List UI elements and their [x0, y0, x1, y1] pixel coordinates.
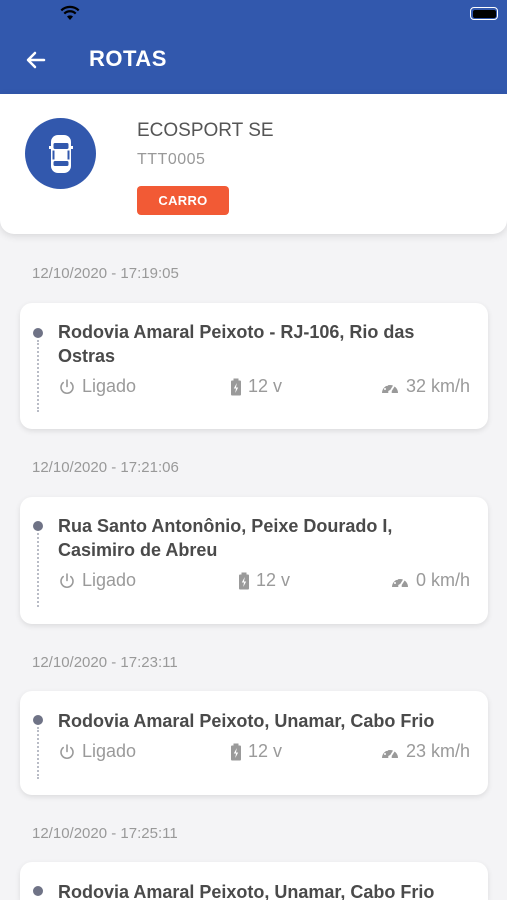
route-timestamp: 12/10/2020 - 17:25:11: [32, 825, 178, 842]
vehicle-name: ECOSPORT SE: [137, 120, 274, 141]
power-icon: [60, 572, 74, 588]
voltage: 12 v: [230, 376, 282, 397]
route-card[interactable]: Rodovia Amaral Peixoto, Unamar, Cabo Fri…: [20, 862, 488, 900]
route-meta: Ligado 12 v 32 km/h: [58, 376, 470, 398]
route-address: Rodovia Amaral Peixoto - RJ-106, Rio das…: [58, 322, 415, 366]
timeline-dot: [33, 886, 43, 896]
timeline-dot: [33, 328, 43, 338]
voltage: 12 v: [230, 741, 282, 762]
ignition-status: Ligado: [58, 741, 136, 762]
route-address: Rua Santo Antonônio, Peixe Dourado I, Ca…: [58, 516, 393, 560]
timeline-line: [37, 727, 39, 779]
battery-status-icon: [470, 7, 498, 20]
battery-icon: [239, 572, 249, 589]
page-title: ROTAS: [89, 46, 167, 71]
vehicle-type-badge: CARRO: [137, 186, 229, 215]
speedometer-icon: [391, 576, 408, 588]
arrow-left-icon: [26, 51, 46, 69]
vehicle-card: ECOSPORT SE TTT0005 CARRO: [0, 94, 507, 234]
vehicle-avatar: [25, 118, 96, 189]
back-button[interactable]: [20, 44, 52, 76]
speed: 0 km/h: [390, 570, 470, 591]
speed: 23 km/h: [380, 741, 470, 762]
voltage: 12 v: [238, 570, 290, 591]
route-timestamp: 12/10/2020 - 17:21:06: [32, 459, 179, 476]
speedometer-icon: [381, 382, 398, 394]
route-meta: Ligado 12 v 0 km/h: [58, 570, 470, 592]
battery-icon: [231, 743, 241, 760]
route-card[interactable]: Rua Santo Antonônio, Peixe Dourado I, Ca…: [20, 497, 488, 624]
route-card[interactable]: Rodovia Amaral Peixoto - RJ-106, Rio das…: [20, 303, 488, 429]
wifi-icon: [60, 5, 80, 20]
timeline-dot: [33, 521, 43, 531]
ignition-status: Ligado: [58, 570, 136, 591]
speed: 32 km/h: [380, 376, 470, 397]
route-timestamp: 12/10/2020 - 17:19:05: [32, 265, 179, 282]
timeline-dot: [33, 715, 43, 725]
route-meta: Ligado 12 v 23 km/h: [58, 741, 470, 763]
power-icon: [60, 743, 74, 759]
status-bar: [0, 0, 507, 28]
speedometer-icon: [381, 747, 398, 759]
route-address: Rodovia Amaral Peixoto, Unamar, Cabo Fri…: [58, 711, 435, 731]
car-icon: [48, 134, 73, 173]
timeline-line: [37, 340, 39, 412]
battery-icon: [231, 378, 241, 395]
timeline-line: [37, 533, 39, 607]
route-address: Rodovia Amaral Peixoto, Unamar, Cabo Fri…: [58, 882, 435, 900]
app-header: ROTAS: [0, 0, 507, 94]
route-timestamp: 12/10/2020 - 17:23:11: [32, 654, 178, 671]
route-card[interactable]: Rodovia Amaral Peixoto, Unamar, Cabo Fri…: [20, 691, 488, 795]
vehicle-plate: TTT0005: [137, 151, 206, 168]
ignition-status: Ligado: [58, 376, 136, 397]
power-icon: [60, 378, 74, 394]
